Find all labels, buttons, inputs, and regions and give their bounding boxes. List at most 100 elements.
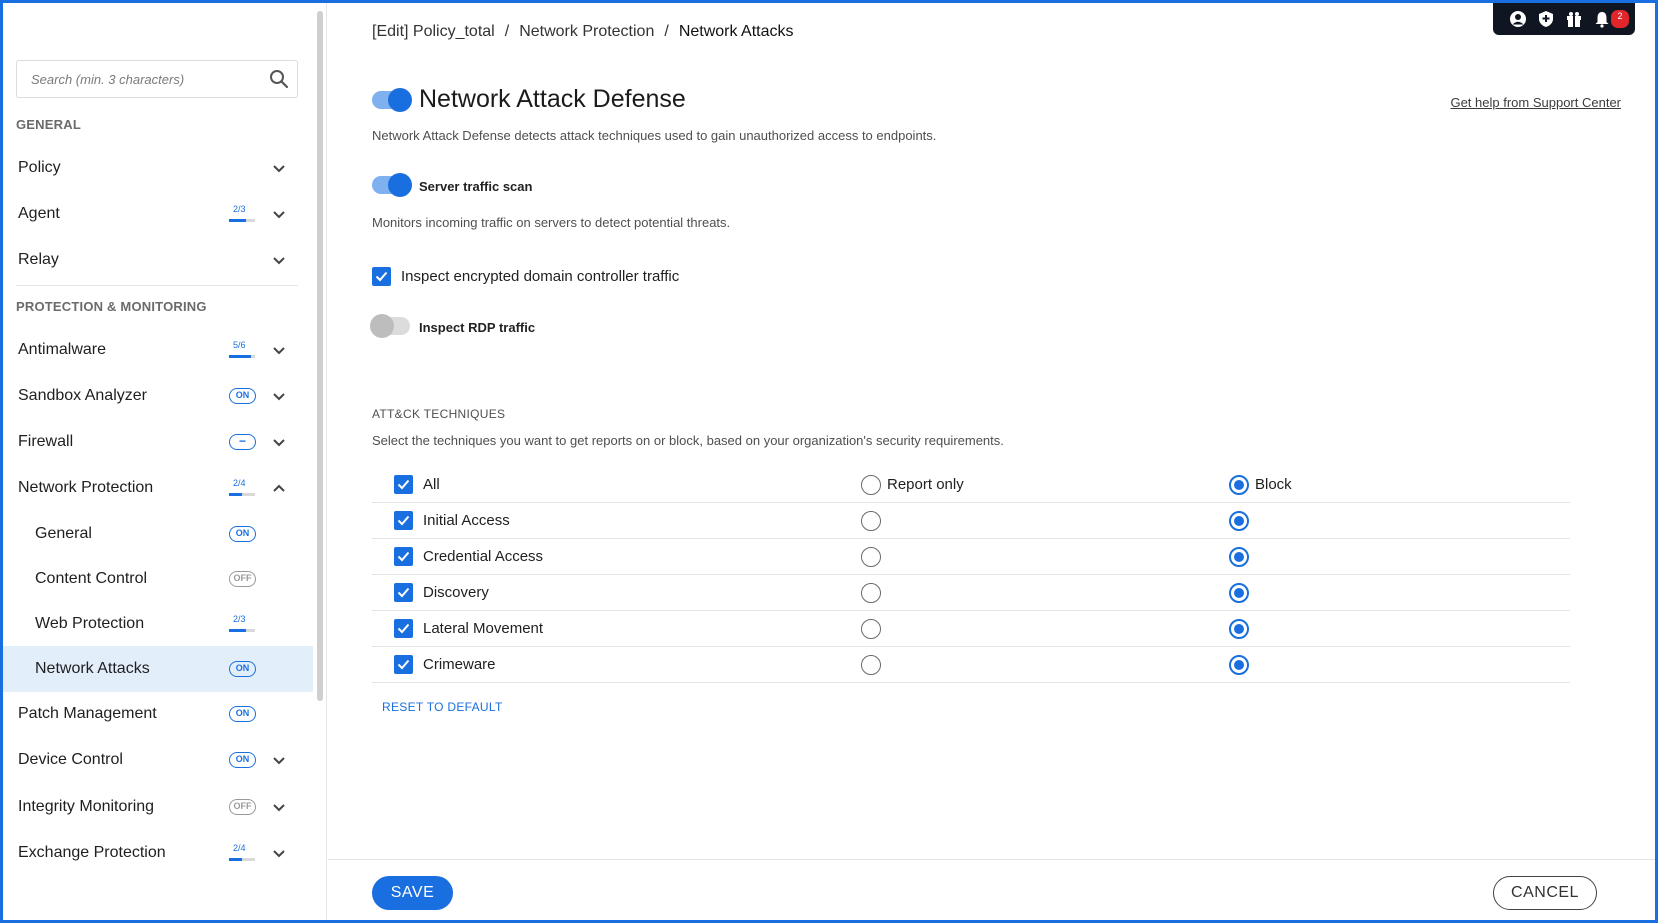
table-row: Crimeware	[372, 647, 1570, 683]
ratio-text: 5/6	[233, 340, 246, 350]
support-center-link[interactable]: Get help from Support Center	[1450, 95, 1621, 110]
sidebar-item-relay[interactable]: Relay	[3, 237, 313, 283]
sidebar-item-label: Agent	[18, 205, 60, 222]
all-label: All	[423, 476, 440, 493]
sidebar-item-label: Network Attacks	[35, 660, 150, 677]
chevron-down-icon[interactable]	[271, 845, 287, 861]
block-radio[interactable]	[1229, 547, 1249, 567]
block-radio[interactable]	[1229, 583, 1249, 603]
table-row: Credential Access	[372, 539, 1570, 575]
row-checkbox[interactable]	[394, 655, 413, 674]
block-radio[interactable]	[1229, 511, 1249, 531]
gift-icon[interactable]	[1565, 10, 1583, 28]
row-checkbox[interactable]	[394, 583, 413, 602]
shield-icon[interactable]	[1537, 10, 1555, 28]
chevron-down-icon[interactable]	[271, 206, 287, 222]
inspect-rdp-toggle[interactable]	[370, 314, 410, 338]
report-only-radio[interactable]	[861, 511, 881, 531]
network-attack-defense-toggle[interactable]	[372, 88, 412, 112]
table-row: Lateral Movement	[372, 611, 1570, 647]
page-title: Network Attack Defense	[419, 85, 686, 113]
sidebar-item-antimalware[interactable]: Antimalware 5/6	[3, 327, 313, 373]
server-traffic-scan-description: Monitors incoming traffic on servers to …	[372, 215, 731, 230]
bell-icon[interactable]	[1593, 10, 1611, 28]
ratio-text: 2/3	[233, 614, 246, 624]
report-only-radio[interactable]	[861, 547, 881, 567]
ratio-fill	[229, 858, 242, 861]
sidebar-item-network-attacks[interactable]: Network Attacks ON	[3, 646, 313, 692]
sidebar-item-device-control[interactable]: Device Control ON	[3, 737, 313, 783]
sidebar-item-exchange-protection[interactable]: Exchange Protection 2/4	[3, 830, 313, 876]
search-input[interactable]	[17, 61, 257, 97]
sidebar-item-label: Firewall	[18, 433, 74, 450]
breadcrumb-item-policy[interactable]: [Edit] Policy_total	[372, 23, 495, 40]
ratio-text: 2/4	[233, 843, 246, 853]
report-only-column-header: Report only	[887, 476, 964, 493]
chevron-up-icon[interactable]	[271, 480, 287, 496]
chevron-down-icon[interactable]	[271, 252, 287, 268]
chevron-down-icon[interactable]	[271, 342, 287, 358]
section-label-protection: PROTECTION & MONITORING	[16, 299, 207, 314]
ratio-fill	[229, 219, 247, 222]
chevron-down-icon[interactable]	[271, 752, 287, 768]
sidebar-item-network-protection[interactable]: Network Protection 2/4	[3, 465, 313, 511]
chevron-down-icon[interactable]	[271, 388, 287, 404]
block-radio[interactable]	[1229, 655, 1249, 675]
sidebar-item-label: Sandbox Analyzer	[18, 387, 147, 404]
breadcrumb-item-current: Network Attacks	[678, 23, 794, 40]
report-only-radio[interactable]	[861, 655, 881, 675]
status-badge: OFF	[229, 799, 256, 815]
page-description: Network Attack Defense detects attack te…	[372, 128, 937, 143]
sidebar-scrollbar[interactable]	[313, 3, 327, 920]
sidebar-item-content-control[interactable]: Content Control OFF	[3, 556, 313, 602]
breadcrumb-item-network-protection[interactable]: Network Protection	[519, 23, 654, 40]
divider	[16, 285, 298, 286]
table-header-row: All Report only Block	[372, 467, 1570, 503]
sidebar-item-web-protection[interactable]: Web Protection 2/3	[3, 601, 313, 647]
reset-to-default-button[interactable]: RESET TO DEFAULT	[382, 700, 503, 714]
server-traffic-scan-toggle[interactable]	[372, 173, 412, 197]
save-button[interactable]: SAVE	[372, 876, 453, 910]
cancel-button[interactable]: CANCEL	[1493, 876, 1597, 910]
technique-name: Credential Access	[423, 548, 544, 565]
toggle-knob	[370, 314, 394, 338]
sidebar-item-policy[interactable]: Policy	[3, 145, 313, 191]
table-row: Initial Access	[372, 503, 1570, 539]
sidebar-item-label: Patch Management	[18, 705, 157, 722]
sidebar-item-general[interactable]: General ON	[3, 511, 313, 557]
row-checkbox[interactable]	[394, 547, 413, 566]
technique-name: Initial Access	[423, 512, 510, 529]
chevron-down-icon[interactable]	[271, 799, 287, 815]
technique-name: Crimeware	[423, 656, 496, 673]
ratio-fill	[229, 355, 251, 358]
user-icon[interactable]	[1509, 10, 1527, 28]
status-badge: ON	[229, 388, 256, 404]
report-only-radio[interactable]	[861, 583, 881, 603]
sidebar-item-sandbox-analyzer[interactable]: Sandbox Analyzer ON	[3, 373, 313, 419]
sidebar-item-integrity-monitoring[interactable]: Integrity Monitoring OFF	[3, 784, 313, 830]
search-icon[interactable]	[269, 69, 289, 89]
breadcrumb-separator: /	[504, 23, 510, 40]
chevron-down-icon[interactable]	[271, 160, 287, 176]
select-all-checkbox[interactable]	[394, 475, 413, 494]
toggle-knob	[388, 173, 412, 197]
block-radio[interactable]	[1229, 619, 1249, 639]
sidebar-item-firewall[interactable]: Firewall −	[3, 419, 313, 465]
row-checkbox[interactable]	[394, 511, 413, 530]
search-box	[16, 60, 298, 98]
scrollbar-thumb[interactable]	[317, 11, 323, 701]
row-checkbox[interactable]	[394, 619, 413, 638]
progress-indicator: 5/6	[229, 340, 255, 360]
sidebar-item-patch-management[interactable]: Patch Management ON	[3, 691, 313, 737]
sidebar-item-label: Relay	[18, 251, 59, 268]
status-badge: ON	[229, 752, 256, 768]
status-badge: OFF	[229, 571, 256, 587]
chevron-down-icon[interactable]	[271, 434, 287, 450]
report-only-radio[interactable]	[861, 619, 881, 639]
sidebar-item-agent[interactable]: Agent 2/3	[3, 191, 313, 237]
block-all-radio[interactable]	[1229, 475, 1249, 495]
ratio-fill	[229, 493, 242, 496]
inspect-encrypted-checkbox[interactable]	[372, 267, 391, 286]
report-only-all-radio[interactable]	[861, 475, 881, 495]
main-content: [Edit] Policy_total / Network Protection / N…	[328, 3, 1655, 920]
